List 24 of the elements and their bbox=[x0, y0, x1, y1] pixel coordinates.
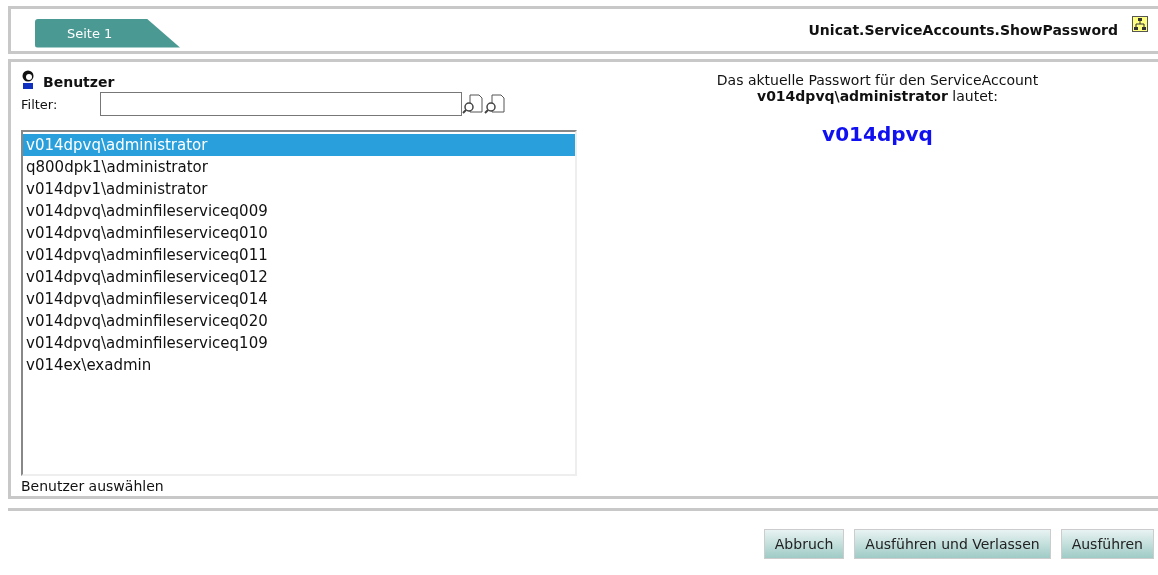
list-item[interactable]: v014dpvq\adminfileserviceq011 bbox=[23, 244, 575, 266]
list-item[interactable]: v014dpv1\administrator bbox=[23, 178, 575, 200]
action-button[interactable]: Ausführen und Verlassen bbox=[854, 529, 1051, 559]
list-item[interactable]: v014dpvq\adminfileserviceq012 bbox=[23, 266, 575, 288]
list-item[interactable]: q800dpk1\administrator bbox=[23, 156, 575, 178]
hint-text: Benutzer auswählen bbox=[21, 478, 165, 494]
list-item[interactable]: v014dpvq\adminfileserviceq009 bbox=[23, 200, 575, 222]
search-icon[interactable] bbox=[462, 94, 484, 114]
filter-field[interactable] bbox=[100, 92, 462, 116]
person-icon bbox=[21, 70, 35, 90]
window-title: Unicat.ServiceAccounts.ShowPassword bbox=[808, 22, 1118, 38]
filter-label: Filter: bbox=[21, 96, 59, 112]
list-item[interactable]: v014dpvq\adminfileserviceq109 bbox=[23, 332, 575, 354]
action-button[interactable]: Abbruch bbox=[763, 529, 845, 559]
list-item[interactable]: v014dpvq\adminfileserviceq020 bbox=[23, 310, 575, 332]
result-message: Das aktuelle Passwort für den ServiceAccount v014dpvq\administrator lautet: bbox=[715, 72, 1040, 104]
sitemap-icon[interactable] bbox=[1132, 16, 1148, 32]
list-item[interactable]: v014dpvq\adminfileserviceq014 bbox=[23, 288, 575, 310]
list-item[interactable]: v014dpvq\adminfileserviceq010 bbox=[23, 222, 575, 244]
password-text: v014dpvq bbox=[822, 122, 933, 146]
section-title: Benutzer bbox=[43, 74, 115, 90]
action-button[interactable]: Ausführen bbox=[1060, 529, 1154, 559]
list-item[interactable]: v014ex\exadmin bbox=[23, 354, 575, 376]
search-icon[interactable] bbox=[484, 94, 506, 114]
